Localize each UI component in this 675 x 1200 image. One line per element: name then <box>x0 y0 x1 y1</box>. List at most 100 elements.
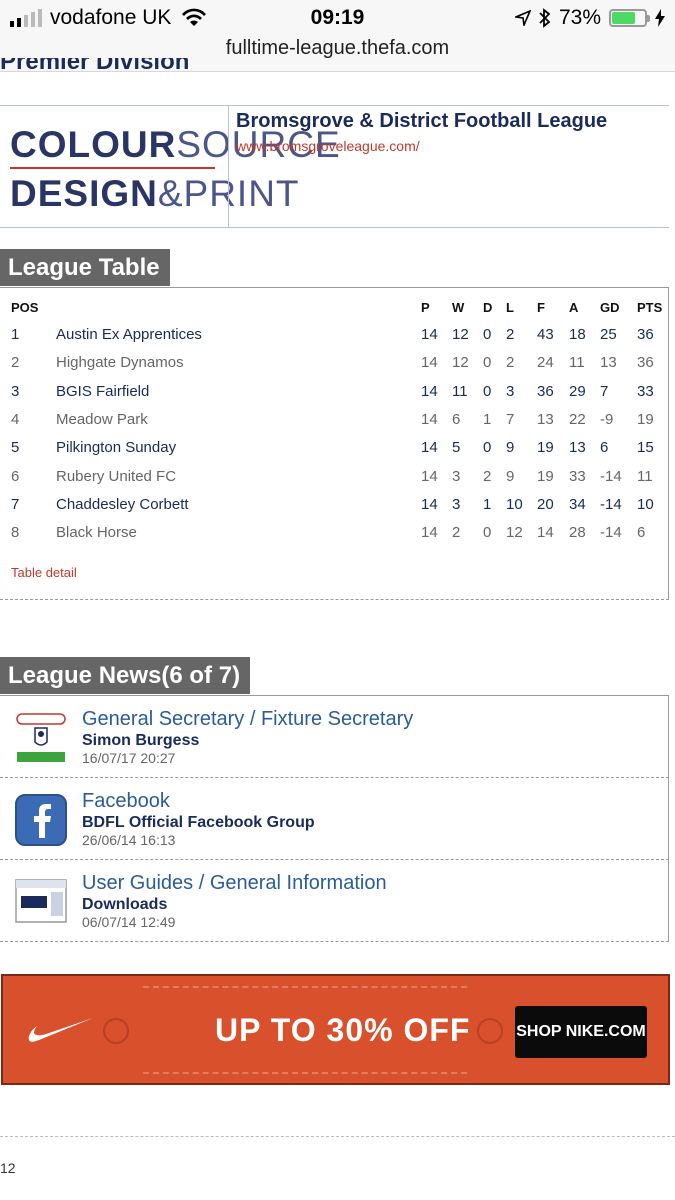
battery-level <box>612 12 636 24</box>
column-header: A <box>569 300 579 315</box>
league-table-heading: League Table <box>0 249 170 286</box>
table-cell: 3 <box>452 495 461 513</box>
team-name[interactable]: Chaddesley Corbett <box>56 496 189 513</box>
ad-headline: UP TO 30% OFF <box>215 1012 471 1048</box>
table-cell: 11 <box>637 467 653 485</box>
table-cell: 36 <box>637 326 654 343</box>
news-subtitle: Downloads <box>82 896 168 913</box>
table-cell: 13 <box>537 410 554 428</box>
table-cell: 11 <box>452 382 468 400</box>
table-cell: 36 <box>637 354 654 372</box>
table-cell: 6 <box>11 467 20 485</box>
team-name[interactable]: Austin Ex Apprentices <box>56 326 202 343</box>
table-cell: 10 <box>637 495 654 513</box>
news-title[interactable]: User Guides / General Information <box>82 872 387 895</box>
news-item[interactable]: Facebook BDFL Official Facebook Group 26… <box>0 778 669 860</box>
table-cell: 18 <box>569 326 586 343</box>
table-cell: 14 <box>421 326 438 343</box>
team-name[interactable]: Meadow Park <box>56 411 148 428</box>
table-cell: 12 <box>506 524 523 542</box>
table-cell: 24 <box>537 354 554 372</box>
table-cell: 19 <box>537 467 554 485</box>
battery-icon <box>609 9 650 27</box>
table-detail-link[interactable]: Table detail <box>11 565 77 580</box>
divider-banner-bottom <box>0 227 669 228</box>
nike-advert[interactable]: UP TO 30% OFF SHOP NIKE.COM <box>1 974 670 1085</box>
table-cell: 9 <box>506 439 515 457</box>
table-cell: 10 <box>506 495 523 513</box>
address-bar-url[interactable]: fulltime-league.thefa.com <box>0 37 675 60</box>
table-cell: -14 <box>600 524 622 542</box>
table-cell: 7 <box>600 382 609 400</box>
table-cell: 36 <box>537 382 554 400</box>
table-cell: 0 <box>483 382 492 400</box>
table-cell: 1 <box>483 495 492 513</box>
news-item[interactable]: General Secretary / Fixture Secretary Si… <box>0 696 669 778</box>
fulltime-guide-icon <box>15 879 67 923</box>
table-cell: 5 <box>11 439 20 457</box>
table-cell: 43 <box>537 326 554 343</box>
news-item[interactable]: User Guides / General Information Downlo… <box>0 860 669 942</box>
table-cell: 14 <box>421 382 438 400</box>
table-cell: 6 <box>637 524 646 542</box>
league-website-link[interactable]: www.bromsgroveleague.com/ <box>236 138 420 154</box>
table-cell: 0 <box>483 439 492 457</box>
table-cell: 6 <box>600 439 609 457</box>
column-header: L <box>506 300 514 315</box>
team-name[interactable]: Highgate Dynamos <box>56 354 184 371</box>
table-cell: 22 <box>569 410 586 428</box>
news-title[interactable]: Facebook <box>82 790 170 813</box>
table-cell: 28 <box>569 524 586 542</box>
news-date: 06/07/14 12:49 <box>82 914 176 930</box>
status-right: 73% <box>514 6 665 30</box>
table-cell: 14 <box>421 524 438 542</box>
table-cell: 14 <box>421 410 438 428</box>
table-cell: 0 <box>483 326 492 343</box>
table-cell: 2 <box>483 467 492 485</box>
table-cell: 2 <box>506 326 515 343</box>
table-cell: -14 <box>600 495 622 513</box>
table-cell: 14 <box>421 495 438 513</box>
table-cell: 5 <box>452 439 461 457</box>
table-cell: 14 <box>421 467 438 485</box>
column-header: F <box>537 300 545 315</box>
column-header: GD <box>600 300 620 315</box>
table-cell: 3 <box>506 382 515 400</box>
table-cell: 3 <box>452 467 461 485</box>
table-cell: 19 <box>637 410 654 428</box>
table-cell: 14 <box>421 354 438 372</box>
table-cell: 2 <box>452 524 461 542</box>
team-name[interactable]: Rubery United FC <box>56 468 176 485</box>
league-news-heading: League News(6 of 7) <box>0 657 251 694</box>
league-name: Bromsgrove & District Football League <box>236 110 608 132</box>
table-cell: 34 <box>569 495 586 513</box>
team-name[interactable]: Pilkington Sunday <box>56 439 176 456</box>
table-cell: 7 <box>506 410 515 428</box>
news-date: 26/06/14 16:13 <box>82 832 176 848</box>
news-subtitle: Simon Burgess <box>82 732 200 749</box>
table-cell: 20 <box>537 495 554 513</box>
table-cell: 14 <box>421 439 438 457</box>
table-cell: 4 <box>11 410 20 428</box>
column-header: W <box>452 300 465 315</box>
table-cell: 1 <box>11 326 20 343</box>
shop-nike-button[interactable]: SHOP NIKE.COM <box>515 1006 647 1058</box>
table-cell: 13 <box>600 354 617 372</box>
team-name[interactable]: BGIS Fairfield <box>56 383 149 400</box>
table-cell: 12 <box>452 326 469 343</box>
charging-bolt-icon <box>655 9 665 27</box>
table-cell: 0 <box>483 524 492 542</box>
table-cell: 13 <box>569 439 586 457</box>
banner-divider <box>228 106 229 228</box>
table-cell: 8 <box>11 524 20 542</box>
news-title[interactable]: General Secretary / Fixture Secretary <box>82 708 413 731</box>
battery-percent: 73% <box>558 6 601 29</box>
table-cell: 6 <box>452 410 461 428</box>
table-cell: 19 <box>537 439 554 457</box>
column-header: PTS <box>637 300 663 315</box>
team-name[interactable]: Black Horse <box>56 524 137 541</box>
column-header: D <box>483 300 493 315</box>
table-cell: 29 <box>569 382 586 400</box>
column-header: P <box>421 300 430 315</box>
league-crest-icon <box>15 712 67 764</box>
